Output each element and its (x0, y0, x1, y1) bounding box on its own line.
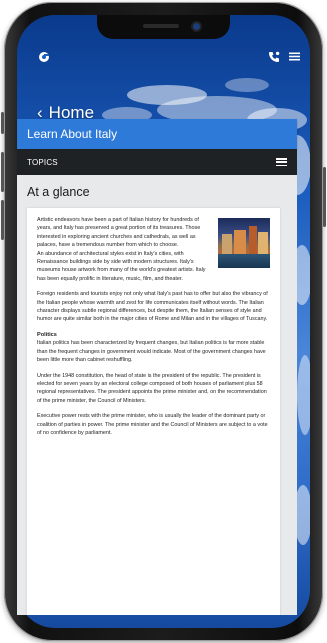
page-title-bar: Learn About Italy (17, 119, 297, 149)
article-paragraph: Executive power rests with the prime min… (37, 413, 268, 436)
venice-canal-image (218, 218, 270, 268)
page-title: Learn About Italy (27, 127, 118, 141)
politics-heading: Politics (37, 331, 57, 338)
content-area[interactable]: At a glance Artistic endeavors have been… (17, 175, 297, 615)
article-card: Artistic endeavors have been a part of I… (27, 208, 280, 615)
menu-icon[interactable] (289, 51, 300, 62)
article-paragraph: Under the 1948 constitution, the head of… (37, 372, 267, 404)
article-paragraph: Italian politics has been characterized … (37, 340, 266, 364)
hamburger-icon[interactable] (276, 158, 287, 166)
status-bar (17, 51, 310, 69)
mute-switch (1, 112, 4, 134)
topics-bar[interactable]: TOPICS (17, 149, 297, 175)
article-paragraph: Foreign residents and tourists enjoy not… (37, 291, 268, 323)
volume-up-button (1, 152, 4, 192)
settings-icon[interactable] (38, 51, 50, 63)
volume-down-button (1, 200, 4, 240)
phone-icon[interactable] (268, 51, 280, 63)
speaker-grille (143, 24, 179, 28)
front-camera (193, 23, 200, 30)
phone-frame: ‹ Home Learn About Italy TOPICS At a gla… (1, 2, 326, 641)
topics-label: TOPICS (27, 157, 58, 167)
notch (97, 15, 230, 39)
section-title: At a glance (27, 185, 90, 199)
power-button (323, 167, 326, 227)
